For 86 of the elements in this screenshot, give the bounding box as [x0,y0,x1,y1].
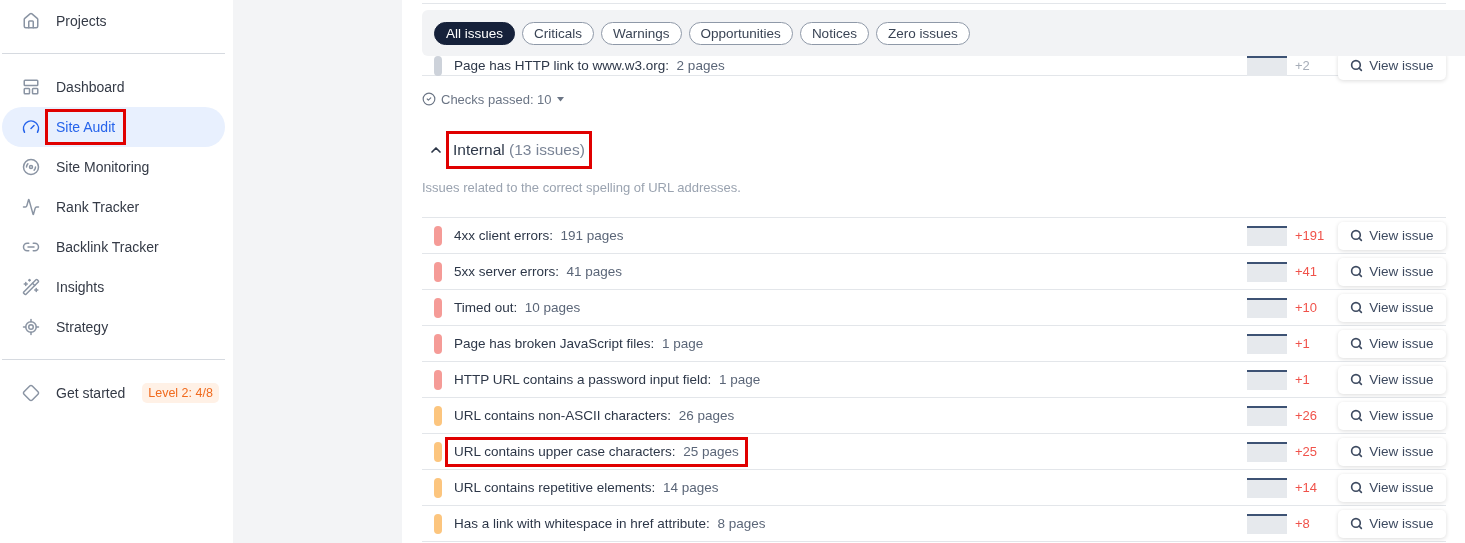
sparkline [1247,513,1287,534]
nav-label: Strategy [55,318,110,337]
nav-label: Backlink Tracker [55,238,160,257]
nav-item[interactable]: Strategy [2,307,225,347]
view-issue-button[interactable]: View issue [1338,293,1446,322]
checks-passed-toggle[interactable]: Checks passed: 10 [441,91,552,107]
view-issue-button[interactable]: View issue [1338,509,1446,538]
nav-label: Projects [55,12,108,31]
issue-text: URL contains repetitive elements: 14 pages [453,478,720,497]
issue-text: Page has HTTP link to www.w3.org: 2 pages [453,56,726,75]
line-chart-icon [22,198,40,216]
issue-text: HTTP URL contains a password input field: 1 page [453,370,762,389]
delta-value: +2 [1294,58,1311,73]
view-issue-button[interactable]: View issue [1338,401,1446,430]
check-circle-icon [422,92,436,106]
target-icon [22,318,40,336]
nav-label: Get started [55,384,127,403]
sparkline [1247,225,1287,246]
search-icon [1350,301,1364,314]
search-icon [1350,517,1364,530]
nav-item[interactable]: Dashboard [2,67,225,107]
sparkline [1247,333,1287,354]
view-issue-button[interactable]: View issue [1338,473,1446,502]
nav-item[interactable]: Site Monitoring [2,147,225,187]
search-icon [1350,481,1364,494]
nav-item[interactable]: Get started Level 2: 4/8 [2,373,225,413]
nav-item[interactable]: Rank Tracker [2,187,225,227]
search-icon [1350,409,1364,422]
search-icon [1350,229,1364,242]
issue-text: Page has broken JavaScript files: 1 page [453,334,705,353]
issue-text: 4xx client errors: 191 pages [453,226,625,245]
view-issue-button[interactable]: View issue [1338,221,1446,250]
search-icon [1350,59,1364,72]
delta-value: +1 [1294,336,1311,351]
search-icon [1350,373,1364,386]
nav-item[interactable]: Site Audit [2,107,225,147]
filter-pill[interactable]: Opportunities [688,21,793,45]
delta-value: +8 [1294,516,1311,531]
sparkline [1247,405,1287,426]
diamond-icon [22,384,40,402]
issue-text: 5xx server errors: 41 pages [453,262,624,281]
filter-pill[interactable]: All issues [434,21,516,45]
caret-icon [556,96,564,102]
search-icon [1350,337,1364,350]
issue-text: URL contains upper case characters: 25 pages [445,436,748,467]
delta-value: +41 [1294,264,1319,279]
filter-pill[interactable]: Zero issues [875,21,970,45]
delta-value: +14 [1294,480,1319,495]
radar-icon [22,158,40,176]
nav-item[interactable]: Insights [2,267,225,307]
sparkline [1247,369,1287,390]
magic-wand-icon [22,278,40,296]
nav-label: Site Monitoring [55,158,151,177]
nav-label: Insights [55,278,106,297]
view-issue-button[interactable]: View issue [1338,329,1446,358]
delta-value: +1 [1294,372,1311,387]
dashboard-icon [22,78,40,96]
delta-value: +25 [1294,444,1319,459]
delta-value: +191 [1294,228,1326,243]
level-badge: Level 2: 4/8 [142,383,219,403]
filter-pill[interactable]: Warnings [601,21,682,45]
filter-pill[interactable]: Criticals [522,21,595,45]
filter-pill[interactable]: Notices [799,21,869,45]
sparkline [1247,261,1287,282]
delta-value: +10 [1294,300,1319,315]
home-icon [22,12,40,30]
sparkline [1247,441,1287,462]
nav-label: Dashboard [55,78,126,97]
view-issue-button[interactable]: View issue [1338,365,1446,394]
search-icon [1350,445,1364,458]
issue-text: Has a link with whitespace in href attribute: 8 pages [453,514,767,533]
nav-label: Site Audit [45,109,127,145]
view-issue-button[interactable]: View issue [1338,257,1446,286]
nav-item[interactable]: Projects [2,1,225,41]
section-title: Internal (13 issues) [446,131,592,169]
sparkline [1247,477,1287,498]
view-issue-button[interactable]: View issue [1338,437,1446,466]
sparkline [1247,297,1287,318]
nav-item[interactable]: Backlink Tracker [2,227,225,267]
nav-label: Rank Tracker [55,198,141,217]
gauge-icon [22,118,40,136]
issue-text: URL contains non-ASCII characters: 26 pages [453,406,736,425]
delta-value: +26 [1294,408,1319,423]
section-description: Issues related to the correct spelling of URL addresses. [422,179,742,197]
issue-text: Timed out: 10 pages [453,298,582,317]
search-icon [1350,265,1364,278]
